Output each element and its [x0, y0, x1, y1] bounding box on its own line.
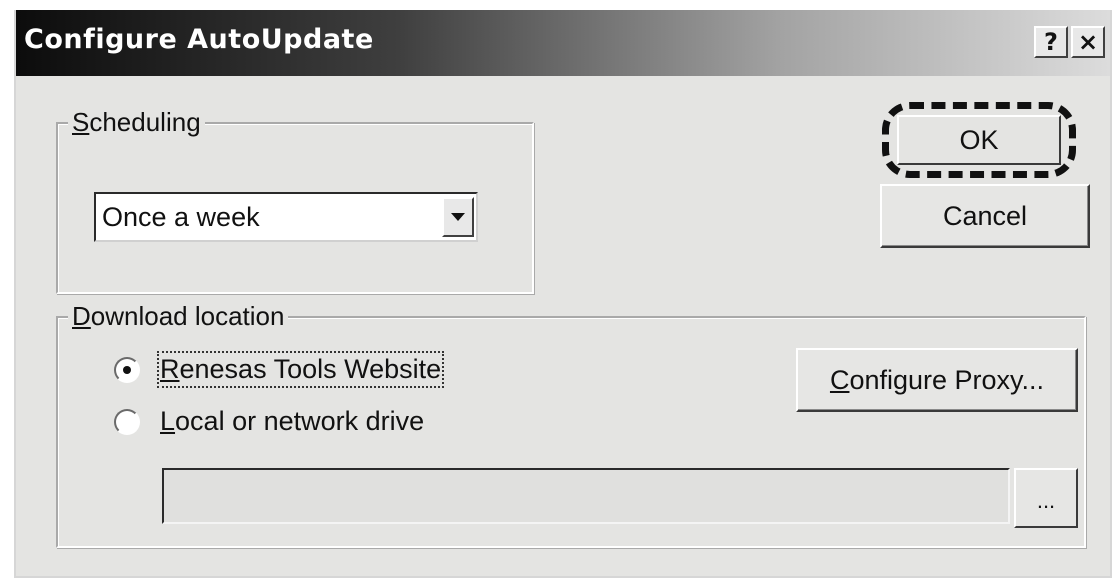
scheduling-label-rest: cheduling [89, 107, 201, 137]
proxy-label-accel: C [829, 364, 850, 395]
help-button[interactable]: ? [1034, 26, 1068, 58]
radio-label-local: Local or network drive [160, 406, 424, 437]
proxy-label-rest: onfigure Proxy... [849, 364, 1045, 395]
radio-label-renesas: Renesas Tools Website [156, 351, 445, 388]
radio-button-checked-icon[interactable] [114, 356, 140, 383]
local-label-rest: ocal or network drive [175, 406, 425, 436]
radio-renesas-tools-website[interactable]: Renesas Tools Website [114, 351, 445, 388]
configure-autoupdate-dialog: Configure AutoUpdate ? × Scheduling Once… [14, 10, 1112, 578]
scheduling-group: Scheduling Once a week [56, 106, 534, 294]
download-label-rest: ownload location [90, 301, 285, 331]
browse-button[interactable]: ... [1014, 468, 1078, 528]
close-button[interactable]: × [1071, 26, 1105, 58]
local-label-accel: L [160, 406, 176, 436]
renesas-label-rest: enesas Tools Website [179, 354, 442, 384]
ok-button[interactable]: OK [882, 102, 1076, 178]
scheduling-label-accel: S [72, 107, 90, 137]
radio-local-network-drive[interactable]: Local or network drive [114, 406, 424, 437]
scheduling-selected-value: Once a week [102, 202, 260, 232]
scheduling-dropdown[interactable]: Once a week [94, 192, 478, 242]
ok-button-face: OK [897, 115, 1061, 165]
download-location-label: Download location [68, 300, 289, 332]
download-location-group: Download location Renesas Tools Website … [56, 300, 1086, 548]
renesas-label-accel: R [160, 354, 180, 384]
dropdown-arrow-button[interactable] [442, 197, 474, 237]
scheduling-label: Scheduling [68, 106, 205, 138]
download-label-accel: D [72, 301, 91, 331]
cancel-button[interactable]: Cancel [880, 184, 1090, 248]
radio-button-unchecked-icon[interactable] [114, 408, 140, 435]
network-path-input[interactable] [162, 468, 1010, 524]
chevron-down-icon [451, 213, 465, 221]
window-title: Configure AutoUpdate [24, 24, 374, 55]
title-bar[interactable]: Configure AutoUpdate ? × [16, 10, 1110, 76]
configure-proxy-button[interactable]: Configure Proxy... [796, 348, 1078, 412]
